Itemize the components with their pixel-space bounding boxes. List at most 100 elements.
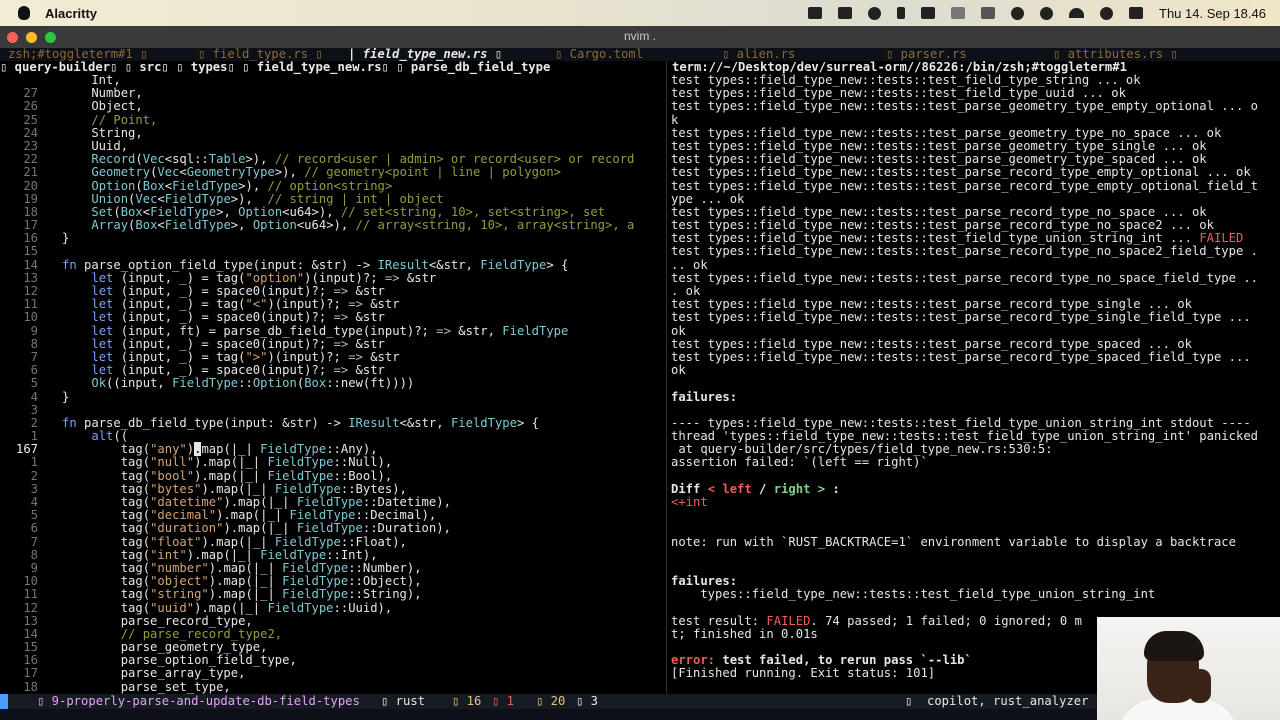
battery-icon[interactable] xyxy=(951,7,966,19)
code-line[interactable]: 4} xyxy=(0,389,665,404)
line-number: 18 xyxy=(23,679,38,694)
line-number: 20 xyxy=(23,178,38,193)
terminal-line: note: run with `RUST_BACKTRACE=1` enviro… xyxy=(671,534,1236,549)
code-text[interactable]: let (input, ft) = parse_db_field_type(in… xyxy=(62,324,568,338)
code-line[interactable]: 18 parse_set_type, xyxy=(0,679,665,694)
window-title: nvim . xyxy=(623,29,656,43)
terminal-line: <+int xyxy=(671,495,708,509)
line-number: 13 xyxy=(23,613,38,628)
line-number: 10 xyxy=(23,310,38,325)
breadcrumb[interactable]: ▯ query-builder▯ ▯ src▯ ▯ types▯ ▯ field… xyxy=(0,61,665,74)
pane-divider[interactable] xyxy=(666,61,667,694)
code-text[interactable]: parse_array_type, xyxy=(62,667,246,680)
terminal-line: failures: xyxy=(671,389,738,404)
code-text[interactable]: tag("null").map(|_| FieldType::Null), xyxy=(62,456,393,469)
spotlight-search-icon[interactable] xyxy=(1100,6,1114,20)
play-icon[interactable] xyxy=(1040,6,1054,20)
macos-menu-bar: Alacritty Thu 14. Sep 18.46 xyxy=(0,0,1280,26)
line-number: 7 xyxy=(30,534,38,549)
terminal-line: test types::field_type_new::tests::test_… xyxy=(671,244,1258,259)
code-text[interactable]: fn parse_db_field_type(input: &str) -> I… xyxy=(62,416,539,430)
code-line[interactable]: 13 parse_record_type, xyxy=(0,613,665,628)
git-branch: ▯ 9-properly-parse-and-update-db-field-t… xyxy=(37,694,360,708)
user-icon[interactable] xyxy=(1011,6,1025,20)
line-number: 9 xyxy=(30,323,38,338)
bluetooth-icon[interactable] xyxy=(897,7,906,19)
code-line[interactable]: 17 Array(Box<FieldType>, Option<u64>), /… xyxy=(0,218,665,232)
screen-record-icon[interactable] xyxy=(808,7,823,19)
screen: Alacritty Thu 14. Sep 18.46 nvim . zsh;#… xyxy=(0,0,1280,720)
line-number: 6 xyxy=(30,521,38,536)
terminal-pane[interactable]: test types::field_type_new::tests::test_… xyxy=(671,74,1280,694)
code-line[interactable]: 17 parse_array_type, xyxy=(0,667,665,680)
code-line[interactable]: 25 // Point, xyxy=(0,113,665,127)
terminal-line: test types::field_type_new::tests::test_… xyxy=(671,165,1251,180)
terminal-line: k xyxy=(671,112,679,127)
code-line[interactable]: 16} xyxy=(0,232,665,245)
dashboard-icon[interactable] xyxy=(981,7,996,19)
code-text[interactable]: tag("bool").map(|_| FieldType::Bool), xyxy=(62,469,393,483)
code-line[interactable]: 12 tag("uuid").map(|_| FieldType::Uuid), xyxy=(0,601,665,615)
webcam-overlay xyxy=(1097,617,1280,720)
line-number: 8 xyxy=(30,547,38,562)
code-text[interactable]: Array(Box<FieldType>, Option<u64>), // a… xyxy=(62,218,634,232)
line-number: 17 xyxy=(23,666,38,681)
tab-attributes[interactable]: ▯ attributes.rs ▯ xyxy=(1053,48,1178,61)
code-text[interactable]: tag("uuid").map(|_| FieldType::Uuid), xyxy=(62,601,393,615)
line-number: 3 xyxy=(30,402,38,417)
terminal-line: .. ok xyxy=(671,257,708,272)
code-text[interactable]: Ok((input, FieldType::Option(Box::new(ft… xyxy=(62,377,414,390)
line-number: 15 xyxy=(23,244,38,259)
gamepad-icon[interactable] xyxy=(838,7,853,19)
code-line[interactable]: 15 xyxy=(0,245,665,258)
terminal-line: test types::field_type_new::tests::test_… xyxy=(671,349,1251,364)
terminal-line: Diff < left / right > : xyxy=(671,481,840,496)
tab-field-type[interactable]: ▯ field_type.rs ▯ xyxy=(198,48,323,61)
control-center-icon[interactable] xyxy=(1129,7,1144,19)
code-text[interactable]: tag("duration").map(|_| FieldType::Durat… xyxy=(62,522,451,535)
code-line[interactable]: 5 Ok((input, FieldType::Option(Box::new(… xyxy=(0,377,665,390)
line-number: 1 xyxy=(30,455,38,470)
line-number: 5 xyxy=(30,376,38,391)
cloud-icon[interactable] xyxy=(868,6,882,20)
command-line[interactable] xyxy=(0,709,1280,720)
code-text[interactable]: tag("string").map(|_| FieldType::String)… xyxy=(62,588,422,601)
code-text[interactable]: // Point, xyxy=(62,113,157,127)
wifi-icon[interactable] xyxy=(1069,8,1085,18)
lsp-clients: ▯ copilot, rust_analyzer xyxy=(905,694,1089,708)
tab-field-type-new[interactable]: | field_type_new.rs ▯ xyxy=(348,48,502,61)
code-text[interactable]: } xyxy=(62,390,69,404)
code-line[interactable]: 7 tag("float").map(|_| FieldType::Float)… xyxy=(0,534,665,549)
code-text[interactable]: fn parse_option_field_type(input: &str) … xyxy=(62,258,568,272)
tab-parser[interactable]: ▯ parser.rs xyxy=(886,48,967,61)
tab-toggleterm[interactable]: zsh;#toggleterm#1 ▯ xyxy=(8,48,147,61)
code-text[interactable]: String, xyxy=(62,126,142,140)
code-editor-pane[interactable]: Int, 27 Number, 26 Object, 25 // Point, 24 S… xyxy=(0,74,665,694)
diagnostic-count-2: ▯ 1 xyxy=(492,694,515,708)
line-number: 4 xyxy=(30,389,38,404)
window-title-bar: nvim . xyxy=(0,26,1280,48)
line-number: 2 xyxy=(30,468,38,483)
tab-alien[interactable]: ▯ alien.rs xyxy=(722,48,795,61)
tab-cargo-toml[interactable]: ▯ Cargo.toml xyxy=(555,48,643,61)
code-text[interactable]: tag("float").map(|_| FieldType::Float), xyxy=(62,535,407,549)
apple-icon[interactable] xyxy=(18,6,30,20)
code-line[interactable]: 3 xyxy=(0,402,665,417)
code-text[interactable]: parse_set_type, xyxy=(62,680,231,694)
terminal-line: ype ... ok xyxy=(671,191,745,206)
terminal-line: test types::field_type_new::tests::test_… xyxy=(671,270,1258,285)
mail-icon[interactable] xyxy=(921,7,936,19)
statusline: ▯ 9-properly-parse-and-update-db-field-t… xyxy=(0,694,1280,709)
menu-bar-clock[interactable]: Thu 14. Sep 18.46 xyxy=(1159,6,1266,21)
app-menu-name[interactable]: Alacritty xyxy=(45,6,97,21)
code-line[interactable]: 24 String, xyxy=(0,126,665,140)
code-text[interactable]: } xyxy=(62,232,69,245)
line-number: 14 xyxy=(23,257,38,272)
